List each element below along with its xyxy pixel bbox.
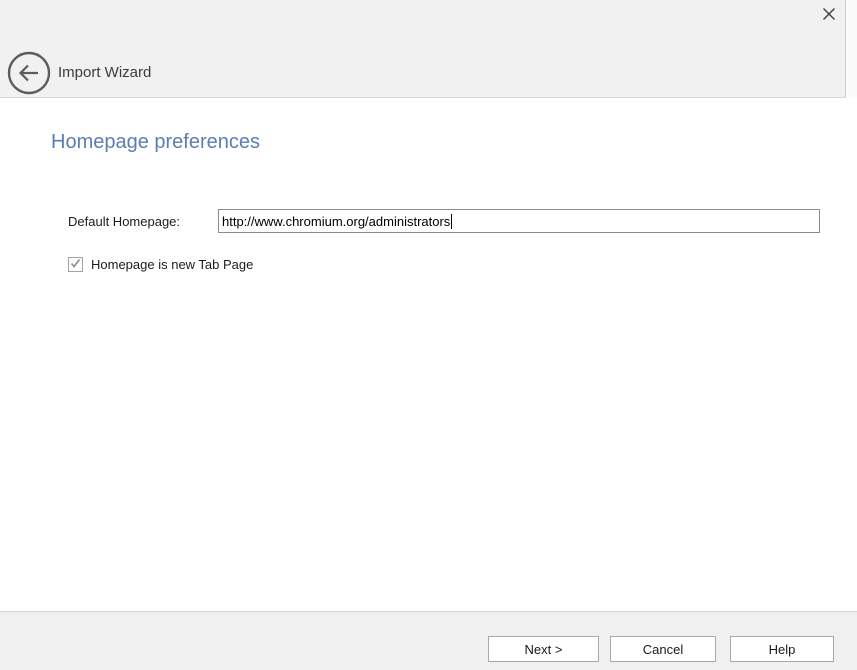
close-button[interactable] [817, 3, 841, 27]
import-wizard-window: Import Wizard Homepage preferences Defau… [0, 0, 857, 670]
help-button[interactable]: Help [730, 636, 834, 662]
homepage-newtab-checkbox[interactable] [68, 257, 83, 272]
default-homepage-input[interactable]: http://www.chromium.org/administrators [218, 209, 820, 233]
page-title: Homepage preferences [51, 131, 260, 154]
wizard-header [0, 0, 846, 98]
back-button[interactable] [7, 51, 51, 95]
back-arrow-icon [7, 82, 51, 99]
check-icon [70, 256, 81, 274]
close-icon [822, 7, 836, 24]
wizard-footer: Next > Cancel Help [0, 611, 857, 670]
next-button[interactable]: Next > [488, 636, 599, 662]
cancel-button[interactable]: Cancel [610, 636, 716, 662]
window-right-strip [846, 0, 857, 98]
wizard-title: Import Wizard [58, 64, 151, 82]
default-homepage-label: Default Homepage: [68, 214, 180, 229]
homepage-newtab-label: Homepage is new Tab Page [91, 257, 253, 272]
text-caret [451, 214, 452, 229]
homepage-newtab-row: Homepage is new Tab Page [68, 257, 253, 272]
default-homepage-value: http://www.chromium.org/administrators [222, 214, 450, 229]
